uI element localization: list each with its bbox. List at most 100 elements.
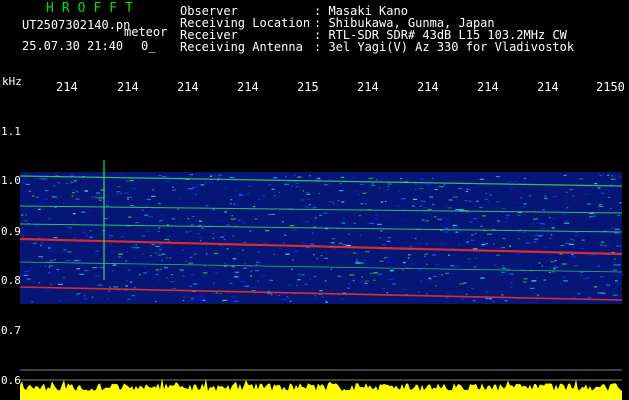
speckle [184,260,189,262]
speckle [365,251,370,253]
speckle [566,207,569,209]
speckle [65,182,69,185]
speckle [44,265,46,267]
speckle [432,177,434,180]
speckle [386,292,389,294]
speckle [63,276,65,279]
speckle [553,218,555,220]
speckle [515,180,518,182]
speckle [128,216,132,218]
speckle [30,207,33,209]
speckle [304,206,309,208]
speckle [107,270,110,272]
speckle [470,239,475,241]
speckle [292,259,294,261]
speckle [313,254,315,256]
speckle [217,179,219,182]
speckle [601,241,604,243]
speckle [598,205,604,208]
speckle [385,301,389,303]
speckle [76,191,78,193]
speckle [154,301,157,303]
speckle [434,264,440,266]
speckle [572,195,575,197]
speckle [251,290,256,292]
noise-level-trace [20,378,622,400]
speckle [510,287,513,289]
speckle [597,265,600,267]
speckle [65,259,71,262]
speckle [532,223,534,225]
speckle [587,203,591,205]
speckle [210,224,212,226]
speckle [118,253,123,255]
speckle [95,197,101,199]
speckle [237,252,239,254]
speckle [222,300,224,302]
speckle [509,245,511,247]
speckle [234,271,239,273]
speckle [199,239,202,242]
speckle [427,184,432,186]
speckle [137,179,141,181]
speckle [273,177,278,179]
speckle [159,220,163,222]
speckle [119,193,122,195]
speckle [306,221,309,223]
speckle [53,236,58,239]
speckle [551,227,555,229]
speckle [159,244,162,246]
speckle [616,245,622,247]
speckle [135,222,140,224]
speckle [98,199,102,201]
speckle [536,222,541,224]
speckle [127,298,131,301]
speckle [27,278,31,280]
speckle [354,190,358,192]
speckle [501,267,506,269]
speckle [617,264,621,266]
speckle [542,209,545,211]
speckle [591,254,596,256]
speckle [28,190,32,192]
speckle [425,220,429,222]
speckle [485,291,488,293]
speckle [428,279,433,281]
speckle [84,270,89,272]
speckle [606,284,611,286]
speckle [309,249,312,251]
speckle [100,266,104,268]
speckle [257,280,259,282]
speckle [56,268,60,271]
speckle [241,280,246,283]
speckle [403,261,406,263]
speckle [107,298,109,300]
speckle [59,300,61,302]
speckle [129,179,134,181]
speckle [257,251,260,253]
speckle [145,205,149,207]
speckle [193,253,198,255]
speckle [190,299,196,302]
speckle [434,188,439,191]
speckle [324,182,327,184]
speckle [172,287,176,290]
speckle [263,242,268,244]
speckle [466,211,469,213]
speckle [74,180,77,182]
speckle [169,257,172,259]
speckle [432,203,435,205]
speckle [145,230,149,232]
speckle [340,176,345,178]
speckle [51,196,57,198]
speckle [533,238,539,240]
speckle [597,187,601,189]
speckle [380,177,384,179]
speckle [318,192,321,195]
speckle [418,291,420,293]
speckle [32,242,37,244]
speckle [75,198,80,200]
speckle [613,264,617,266]
speckle [342,217,346,219]
speckle [190,274,195,276]
